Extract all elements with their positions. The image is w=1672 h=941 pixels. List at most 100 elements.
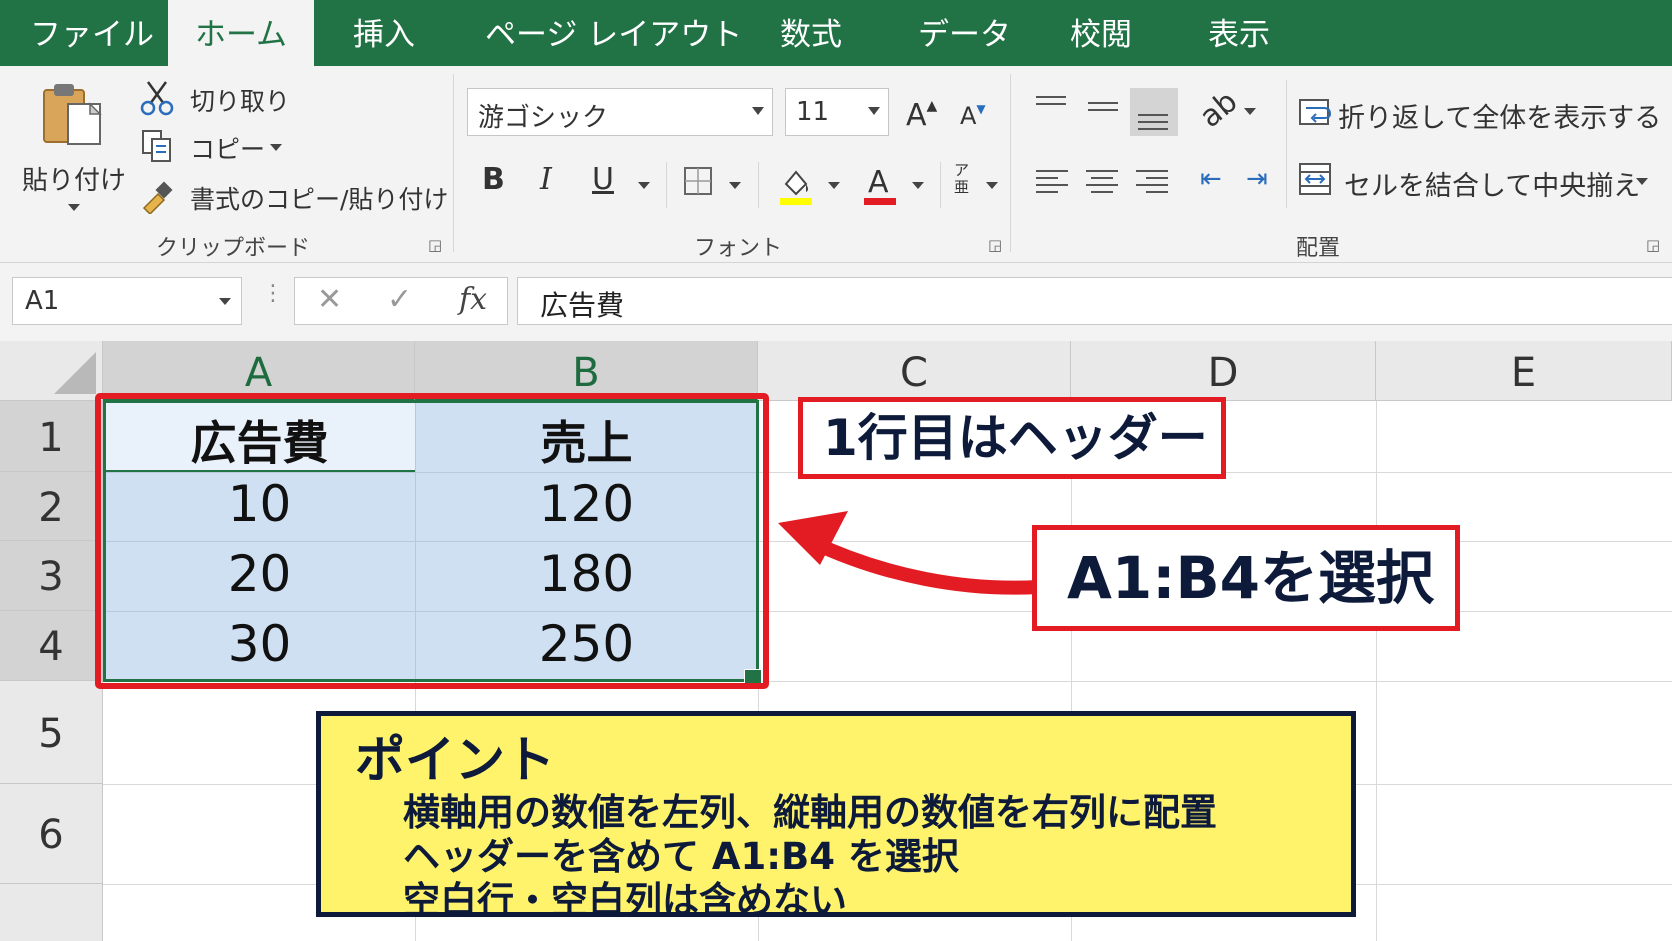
tab-home[interactable]: ホーム — [168, 0, 314, 66]
wrap-text-icon — [1299, 99, 1332, 125]
fill-color-dropdown-icon[interactable] — [828, 182, 840, 189]
tab-file[interactable]: ファイル — [30, 0, 154, 66]
divider — [940, 162, 941, 208]
cut-button[interactable]: 切り取り — [138, 80, 298, 120]
orientation-dropdown-icon[interactable] — [1244, 108, 1256, 115]
increase-font-size-button[interactable]: A▲ — [906, 98, 937, 133]
point-note: ポイント 横軸用の数値を左列、縦軸用の数値を右列に配置 ヘッダーを含めて A1:… — [316, 711, 1356, 922]
phonetic-dropdown-icon[interactable] — [986, 182, 998, 189]
clipboard-launcher-icon[interactable]: ◲ — [428, 236, 442, 254]
tab-view[interactable]: 表示 — [1208, 0, 1270, 66]
highlight-frame — [95, 393, 769, 689]
tab-review[interactable]: 校閲 — [1070, 0, 1132, 66]
column-header-a[interactable]: A — [103, 341, 415, 401]
select-all-button[interactable] — [0, 341, 103, 401]
paste-button[interactable]: 貼り付け — [14, 74, 126, 224]
merge-dropdown-icon[interactable] — [1636, 178, 1648, 185]
enter-icon[interactable]: ✓ — [387, 282, 412, 317]
wrap-text-button[interactable]: 折り返して全体を表示する — [1296, 94, 1666, 134]
column-header-b[interactable]: B — [415, 341, 758, 401]
row-header-1[interactable]: 1 — [0, 401, 103, 472]
column-header-e[interactable]: E — [1376, 341, 1672, 401]
format-painter-icon — [142, 181, 173, 214]
chevron-down-icon — [752, 107, 764, 115]
underline-button[interactable]: U — [592, 162, 614, 197]
font-launcher-icon[interactable]: ◲ — [988, 236, 1002, 254]
align-top-button[interactable] — [1034, 88, 1074, 128]
merge-center-button[interactable]: セルを結合して中央揃え — [1296, 162, 1666, 202]
clipboard-group-label: クリップボード — [156, 236, 311, 261]
copy-label: コピー — [190, 135, 266, 164]
row-header-4[interactable]: 4 — [0, 611, 103, 681]
resize-handle-icon[interactable]: ⋮ — [262, 281, 284, 306]
select-all-icon — [54, 352, 96, 394]
font-name-combo[interactable]: 游ゴシック — [467, 88, 773, 136]
divider — [1286, 80, 1287, 208]
italic-button[interactable]: I — [540, 162, 552, 197]
align-middle-button[interactable] — [1084, 88, 1124, 128]
align-center-button[interactable] — [1084, 162, 1124, 202]
paste-label: 貼り付け — [22, 166, 127, 196]
bold-button[interactable]: B — [482, 162, 505, 197]
font-color-icon[interactable]: A — [860, 162, 900, 206]
align-right-button[interactable] — [1134, 162, 1174, 202]
tab-data[interactable]: データ — [918, 0, 1011, 66]
insert-function-button[interactable]: fx — [459, 282, 487, 317]
header-callout: 1行目はヘッダー — [798, 397, 1226, 479]
formula-buttons: ✕ ✓ fx — [294, 277, 508, 325]
phonetic-guide-icon[interactable]: ア亜 — [954, 162, 969, 196]
alignment-launcher-icon[interactable]: ◲ — [1646, 236, 1660, 254]
group-divider — [1010, 74, 1011, 252]
tab-insert[interactable]: 挿入 — [353, 0, 415, 66]
font-size-value: 11 — [796, 97, 830, 127]
merge-center-icon — [1299, 163, 1331, 195]
borders-dropdown-icon[interactable] — [729, 182, 741, 189]
font-name-value: 游ゴシック — [478, 103, 609, 133]
format-painter-label: 書式のコピー/貼り付け — [190, 185, 449, 214]
fill-color-icon[interactable] — [776, 162, 816, 206]
gridline — [1376, 401, 1377, 941]
format-painter-button[interactable]: 書式のコピー/貼り付け — [138, 176, 448, 216]
row-header-7[interactable] — [0, 884, 103, 941]
paste-dropdown-icon[interactable] — [68, 204, 80, 211]
paste-icon — [43, 84, 102, 145]
cut-label: 切り取り — [190, 87, 291, 116]
row-header-5[interactable]: 5 — [0, 681, 103, 784]
svg-text:A: A — [868, 165, 889, 200]
row-header-6[interactable]: 6 — [0, 784, 103, 884]
formula-input[interactable]: 広告費 — [517, 277, 1672, 325]
copy-button[interactable]: コピー — [138, 128, 298, 168]
merge-center-label: セルを結合して中央揃え — [1344, 171, 1641, 202]
tab-formulas[interactable]: 数式 — [780, 0, 842, 66]
point-line-3: 空白行・空白列は含めない — [403, 879, 847, 922]
row-header-2[interactable]: 2 — [0, 472, 103, 541]
row-header-3[interactable]: 3 — [0, 541, 103, 611]
decrease-font-size-button[interactable]: A▼ — [960, 102, 986, 130]
font-color-dropdown-icon[interactable] — [912, 182, 924, 189]
name-box-value: A1 — [25, 286, 60, 316]
group-divider — [453, 74, 454, 252]
increase-indent-icon[interactable]: ⇥ — [1246, 164, 1268, 194]
divider — [758, 162, 759, 208]
name-box[interactable]: A1 — [12, 277, 242, 325]
formula-content: 広告費 — [540, 289, 625, 322]
align-left-button[interactable] — [1034, 162, 1074, 202]
alignment-group-label: 配置 — [1296, 236, 1341, 261]
scissors-icon — [140, 81, 174, 116]
formula-bar: A1 ⋮ ✕ ✓ fx 広告費 — [0, 263, 1672, 341]
column-header-d[interactable]: D — [1071, 341, 1376, 401]
align-bottom-button[interactable] — [1130, 88, 1178, 136]
column-header-c[interactable]: C — [758, 341, 1071, 401]
copy-dropdown-icon[interactable] — [270, 144, 282, 151]
font-group-label: フォント — [694, 236, 783, 261]
arrow-icon — [778, 511, 1045, 595]
chevron-down-icon — [219, 298, 231, 305]
cancel-icon[interactable]: ✕ — [317, 282, 342, 317]
decrease-indent-icon[interactable]: ⇤ — [1200, 164, 1222, 194]
tab-page-layout[interactable]: ページ レイアウト — [485, 0, 742, 66]
borders-icon[interactable] — [683, 166, 713, 196]
font-size-combo[interactable]: 11 — [785, 88, 889, 136]
copy-icon — [142, 130, 171, 162]
underline-dropdown-icon[interactable] — [638, 182, 650, 189]
orientation-icon[interactable]: ab — [1193, 84, 1244, 135]
